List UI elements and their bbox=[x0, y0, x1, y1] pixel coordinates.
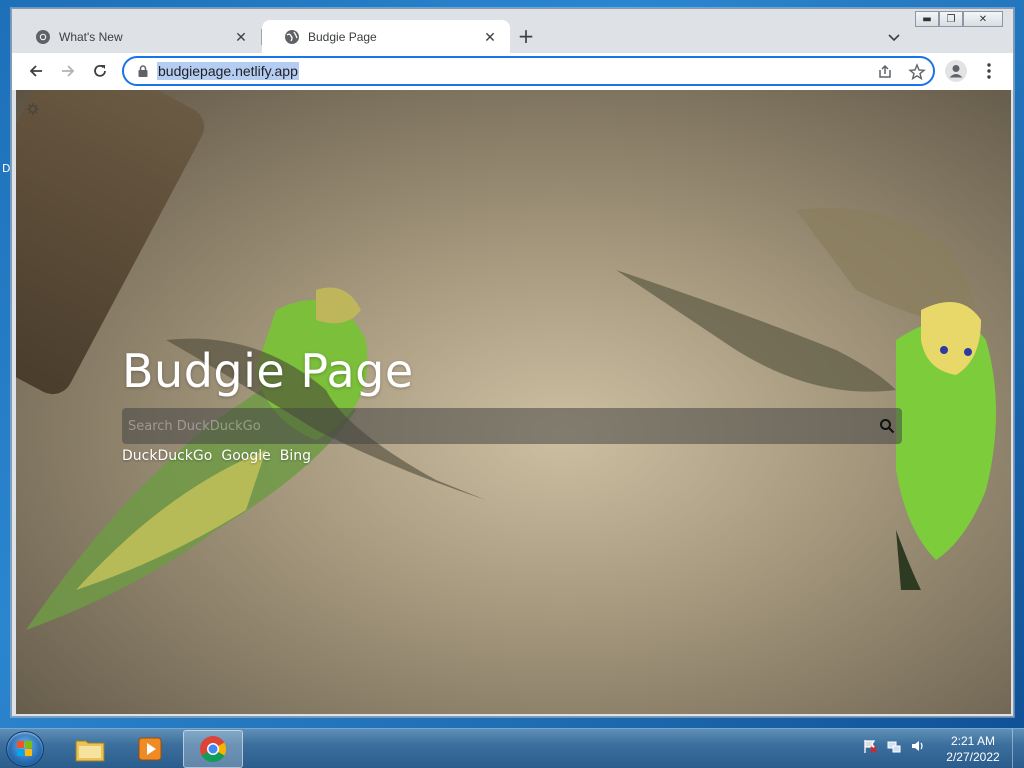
search-box[interactable] bbox=[122, 408, 902, 444]
tab-search-chevron-icon[interactable] bbox=[884, 27, 904, 47]
new-tab-button[interactable]: + bbox=[514, 25, 538, 49]
start-button[interactable] bbox=[6, 731, 44, 767]
action-center-flag-icon[interactable] bbox=[862, 738, 878, 754]
tab-title: Budgie Page bbox=[308, 29, 377, 44]
clock-time: 2:21 AM bbox=[950, 734, 996, 748]
share-icon[interactable] bbox=[876, 63, 894, 81]
bookmark-star-icon[interactable] bbox=[908, 63, 926, 81]
folder-icon bbox=[75, 740, 105, 762]
engine-link-duckduckgo[interactable]: DuckDuckGo bbox=[122, 448, 212, 464]
settings-gear-icon[interactable] bbox=[26, 102, 40, 116]
tab-strip: What's New ✕ Budgie Page ✕ + ▬ ❐ ✕ bbox=[12, 9, 1013, 53]
window-controls: ▬ ❐ ✕ bbox=[915, 11, 1003, 27]
chrome-icon bbox=[200, 736, 227, 763]
person-icon bbox=[949, 65, 963, 78]
budgie-background-image bbox=[26, 208, 996, 630]
browser-toolbar: budgiepage.netlify.app bbox=[12, 53, 1013, 90]
search-icon[interactable] bbox=[879, 418, 895, 434]
globe-icon bbox=[285, 29, 299, 44]
taskbar: 2:21 AM 2/27/2022 bbox=[0, 728, 1024, 768]
volume-icon[interactable] bbox=[910, 738, 926, 754]
reload-icon bbox=[94, 64, 106, 77]
taskbar-file-explorer[interactable] bbox=[60, 730, 120, 768]
address-url-text[interactable]: budgiepage.netlify.app bbox=[157, 62, 299, 80]
taskbar-chrome[interactable] bbox=[183, 730, 243, 768]
browser-window: What's New ✕ Budgie Page ✕ + ▬ ❐ ✕ budgi… bbox=[11, 8, 1014, 717]
media-player-icon bbox=[138, 737, 162, 761]
search-engine-links: DuckDuckGo Google Bing bbox=[122, 448, 311, 464]
engine-link-google[interactable]: Google bbox=[221, 448, 270, 464]
web-content: Budgie Page DuckDuckGo Google Bing bbox=[16, 90, 1011, 714]
maximize-button[interactable]: ❐ bbox=[939, 11, 963, 27]
forward-button[interactable] bbox=[56, 59, 80, 83]
back-button[interactable] bbox=[24, 59, 48, 83]
engine-link-bing[interactable]: Bing bbox=[280, 448, 311, 464]
address-bar[interactable]: budgiepage.netlify.app bbox=[122, 56, 935, 86]
windows-logo-icon bbox=[17, 741, 32, 756]
page-title: Budgie Page bbox=[122, 344, 414, 398]
minimize-button[interactable]: ▬ bbox=[915, 11, 939, 27]
desktop-icon-label: D bbox=[2, 162, 11, 175]
chrome-icon bbox=[36, 29, 50, 44]
tab-budgie-page[interactable]: Budgie Page ✕ bbox=[262, 20, 510, 53]
system-tray bbox=[862, 738, 926, 754]
tab-title: What's New bbox=[59, 29, 123, 44]
close-tab-icon[interactable]: ✕ bbox=[482, 29, 498, 45]
taskbar-media-player[interactable] bbox=[120, 730, 180, 768]
more-vert-icon[interactable] bbox=[982, 61, 996, 81]
lock-icon[interactable] bbox=[136, 64, 150, 78]
clock-date: 2/27/2022 bbox=[946, 750, 1000, 764]
show-desktop-button[interactable] bbox=[1012, 729, 1024, 768]
search-input[interactable] bbox=[128, 415, 868, 437]
tab-whats-new[interactable]: What's New ✕ bbox=[13, 20, 261, 53]
close-tab-icon[interactable]: ✕ bbox=[233, 29, 249, 45]
profile-avatar-button[interactable] bbox=[945, 60, 967, 82]
taskbar-clock[interactable]: 2:21 AM 2/27/2022 bbox=[940, 733, 1006, 765]
network-icon[interactable] bbox=[886, 738, 902, 754]
reload-button[interactable] bbox=[88, 59, 112, 83]
forward-arrow-icon bbox=[62, 65, 75, 77]
back-arrow-icon bbox=[29, 65, 42, 77]
close-window-button[interactable]: ✕ bbox=[963, 11, 1003, 27]
